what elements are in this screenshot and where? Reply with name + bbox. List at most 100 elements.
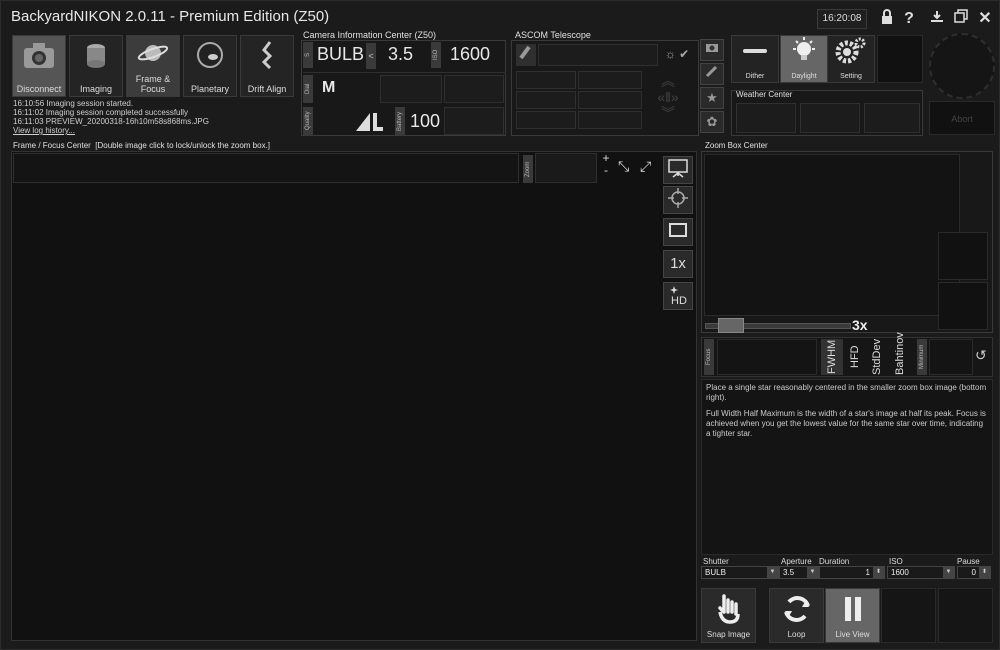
loop-label: Loop <box>787 630 806 639</box>
zoombox-image[interactable] <box>704 154 960 316</box>
empty-action-slot <box>938 588 993 643</box>
restore-icon[interactable] <box>951 9 971 29</box>
lock-icon[interactable] <box>877 9 897 29</box>
tab-fwhm[interactable]: FWHM <box>821 339 843 375</box>
dither-button[interactable]: Dither <box>731 35 779 83</box>
imaging-button[interactable]: Imaging <box>69 35 123 97</box>
connect-check-icon[interactable]: ☼ ✔ <box>659 47 695 61</box>
close-icon[interactable]: ✕ <box>975 9 995 29</box>
log-entry: 16:11:03 PREVIEW_20200318-16h10m58s868ms… <box>13 117 209 126</box>
app-window: BackyardNIKON 2.0.11 - Premium Edition (… <box>0 0 1000 650</box>
disconnect-label: Disconnect <box>16 84 62 94</box>
ascom-header: ASCOM Telescope <box>515 30 591 40</box>
iso-select[interactable]: 1600 ▼ <box>887 566 955 579</box>
zoombox-header: Zoom Box Center <box>705 141 768 150</box>
shutter-select-value: BULB <box>705 568 726 577</box>
crosshair-icon[interactable] <box>663 186 693 214</box>
help-text-1: Place a single star reasonably centered … <box>706 383 987 402</box>
duration-value: 1 <box>865 568 870 577</box>
duration-input[interactable]: 1 ⬍ <box>819 566 885 579</box>
zoom-out-button[interactable]: - <box>600 164 612 176</box>
shrink-icon[interactable]: ⤡ <box>618 158 629 175</box>
pause-value: 0 <box>971 568 976 577</box>
daylight-button[interactable]: Daylight <box>780 35 828 83</box>
telescope-small-icon[interactable] <box>700 63 724 85</box>
live-view-button[interactable]: Live View <box>825 588 880 643</box>
loop-button[interactable]: Loop <box>769 588 824 643</box>
minimum-mini-label: Minimum <box>917 339 927 375</box>
view-log-history-link[interactable]: View log history... <box>13 126 75 135</box>
snap-image-button[interactable]: Snap Image <box>701 588 756 643</box>
drift-align-button[interactable]: Drift Align <box>240 35 294 97</box>
saturn-icon <box>137 45 169 61</box>
planet-icon <box>197 42 223 68</box>
mode-value[interactable]: M <box>322 79 335 97</box>
zoom-slider[interactable] <box>535 153 597 183</box>
quality-icon[interactable] <box>354 111 384 138</box>
aperture-value[interactable]: 3.5 <box>388 44 413 65</box>
frame-focus-button[interactable]: Frame & Focus <box>126 35 180 97</box>
pause-input[interactable]: 0 ⬍ <box>957 566 991 579</box>
iso-value[interactable]: 1600 <box>450 44 490 65</box>
aperture-prev-button[interactable]: < <box>366 43 376 69</box>
iso-select-value: 1600 <box>891 568 909 577</box>
imaging-label: Imaging <box>79 84 113 94</box>
camera-small-icon[interactable] <box>700 39 724 61</box>
battery-value: 100 <box>410 111 441 131</box>
zoom-plus-minus[interactable]: + - <box>600 152 612 176</box>
help-text-2: Full Width Half Maximum is the width of … <box>706 409 986 438</box>
expand-icon[interactable]: ⤢ <box>640 158 651 175</box>
shutter-select[interactable]: BULB ▼ <box>701 566 779 579</box>
telescope-icon[interactable] <box>516 44 536 66</box>
star-icon[interactable]: ★ <box>700 87 724 109</box>
daylight-label: Daylight <box>791 73 817 80</box>
quality-mini-label: Quality <box>303 107 313 135</box>
dial-mini-label: Dial <box>303 75 313 103</box>
hand-icon <box>717 594 740 624</box>
aperture-label: Aperture <box>781 557 812 566</box>
frame-title: Frame / Focus Center <box>13 141 91 150</box>
clock: 16:20:08 <box>817 9 867 29</box>
help-icon[interactable]: ? <box>899 9 919 29</box>
minimum-value <box>929 339 973 375</box>
reset-icon[interactable]: ↺ <box>975 347 987 364</box>
ascom-panel: ☼ ✔ ︽ «‖» ︾ <box>511 40 699 136</box>
empty-action-slot <box>881 588 936 643</box>
iso-mini-label: ISO <box>431 42 441 68</box>
zoom-mini-label: Zoom <box>523 155 533 183</box>
tab-hfd[interactable]: HFD <box>845 339 865 375</box>
disconnect-button[interactable]: Disconnect <box>12 35 66 97</box>
zoombox-thumb-2 <box>938 282 988 330</box>
tab-bahtinov[interactable]: Bahtinov <box>889 332 911 375</box>
abort-button[interactable]: Abort <box>929 101 995 135</box>
snap-image-label: Snap Image <box>706 630 751 639</box>
slew-pad-icon[interactable]: ︽ «‖» ︾ <box>648 73 688 121</box>
zoom-handle[interactable] <box>718 318 744 333</box>
image-viewport[interactable]: Zoom + - ⤡ ⤢ <box>11 151 697 641</box>
zoombox-thumb-1 <box>938 232 988 280</box>
setting-button[interactable]: Setting <box>827 35 875 83</box>
live-view-label: Live View <box>835 630 870 639</box>
tab-stddev[interactable]: StdDev <box>867 339 887 375</box>
aperture-select[interactable]: 3.5 ▼ <box>779 566 819 579</box>
hd-sparkle-icon[interactable]: HD <box>663 282 693 310</box>
lightbulb-icon <box>793 37 815 60</box>
zoom-level-button[interactable]: 1x <box>663 250 693 278</box>
shutter-value[interactable]: BULB <box>317 44 364 65</box>
frame-box-icon[interactable] <box>663 218 693 246</box>
presentation-icon[interactable] <box>663 156 693 184</box>
weather-header: Weather Center <box>736 90 793 99</box>
setting-label: Setting <box>840 73 862 80</box>
filter-wheel-icon[interactable]: ✿ <box>700 111 724 133</box>
camera-info-panel: S BULB < 3.5 ISO 1600 Dial M Quality Bat… <box>301 40 506 136</box>
iso-label: ISO <box>889 557 903 566</box>
film-icon <box>87 44 105 68</box>
progress-dial <box>929 33 995 99</box>
zoombox-panel: 3x <box>701 151 993 333</box>
planetary-button[interactable]: Planetary <box>183 35 237 97</box>
planetary-label: Planetary <box>190 84 230 94</box>
minimize-icon[interactable] <box>927 9 947 29</box>
frame-header: Frame / Focus Center [Double image click… <box>13 141 270 150</box>
drift-icon <box>261 41 273 70</box>
log-entry: 16:11:02 Imaging session completed succe… <box>13 108 189 117</box>
